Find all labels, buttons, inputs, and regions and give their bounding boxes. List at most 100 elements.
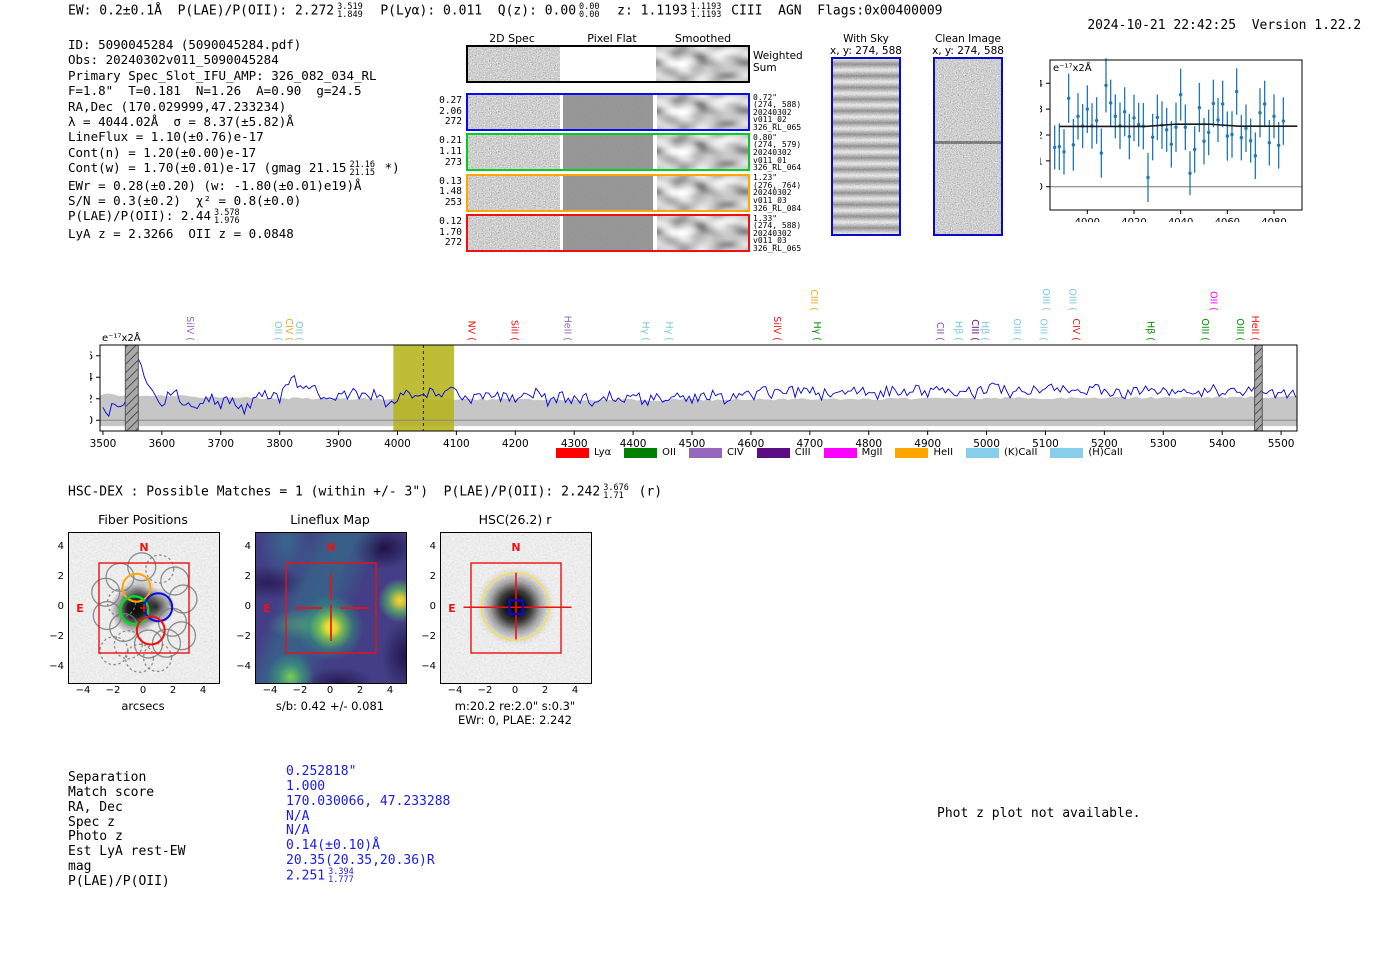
header-text-2: P(Lyα): 0.011 Q(z): 0.00 — [364, 3, 577, 19]
report-timestamp: 2024-10-21 22:42:25 — [1087, 18, 1237, 33]
summary-line-11: P(LAE)/P(OII): 2.44 3.578 1.976 — [68, 208, 240, 227]
cutout-ytick: 0 — [57, 601, 64, 612]
line-label-CIII-10: CIII ( — [808, 289, 819, 311]
svg-text:3: 3 — [1040, 105, 1043, 116]
legend-label-CIII: CIII — [794, 447, 811, 458]
legend-item-OII: OII — [624, 447, 676, 458]
spec2d-row-2 — [466, 173, 750, 212]
line-label-CIV-20: CIV ( — [1070, 318, 1081, 341]
cutout-overlay-hsc_cutout: NE — [448, 541, 572, 654]
summary-line-0: ID: 5090045284 (5090045284.pdf) — [68, 37, 302, 52]
cutout-xtick: 4 — [386, 685, 394, 696]
cutout-xtick: −2 — [105, 685, 121, 696]
cutout-ytick: 2 — [429, 571, 436, 582]
header-frac-5: 1.1193 1.1193 — [690, 2, 722, 21]
cutout-ytick: −2 — [236, 631, 251, 642]
north-label: N — [326, 541, 335, 554]
spec2d-strip-noise — [468, 47, 560, 81]
header-text-6: CIII AGN Flags:0x00400009 — [723, 3, 943, 19]
summary-line-10: S/N = 0.3(±0.2) χ² = 0.8(±0.0) — [68, 192, 302, 208]
cutout-xlabel-fiber_positions: arcsecs — [121, 699, 165, 713]
cutout-xtick: −4 — [447, 685, 463, 696]
match-row-value-3: N/A — [286, 808, 310, 824]
svg-text:4020: 4020 — [1121, 217, 1146, 222]
spec2d-row-1-left-label: 0.21 1.11 273 — [439, 135, 462, 168]
legend-swatch-(H)CaII — [1050, 447, 1084, 458]
summary-text-block: ID: 5090045284 (5090045284.pdf) Obs: 2024… — [68, 37, 400, 241]
match-row-label-2: RA, Dec — [68, 799, 123, 815]
match-row-value-6: 20.35(20.35,20.36)R — [286, 853, 435, 869]
match-row-value-0: 0.252818" — [286, 764, 357, 779]
spec2d-row-0-right-label: 0.72" (274, 588) 20240302 v011_02 326_RL_065 — [753, 92, 802, 132]
zoom-spectrum-plot: 4000 4020 4040 4060 4080 0 1 2 3 4 e⁻¹⁷x2Å — [1037, 52, 1310, 228]
cutout-ytick: 4 — [429, 541, 436, 552]
legend-label-(K)CaII: (K)CaII — [1004, 447, 1038, 458]
sky-panel-dark-row — [935, 141, 1001, 145]
legend-swatch-MgII — [823, 447, 857, 458]
summary-line-12: LyA z = 2.3266 OII z = 0.0848 — [68, 225, 294, 241]
line-label-OIII-24: OIII ( — [1234, 318, 1245, 341]
summary-line-7: Cont(n) = 1.20(±0.00)e-17 — [68, 144, 257, 160]
match-row-label-1: Match score — [68, 784, 155, 800]
spec2d-strip-noise — [468, 95, 560, 129]
spec2d-col-title-2: Smoothed — [674, 32, 732, 45]
cutout-xtick: −4 — [262, 685, 278, 696]
line-label-CII-12: CII ( — [934, 322, 945, 341]
summary-line-4: RA,Dec (170.029999,47.233234) — [68, 98, 287, 114]
cutout-ytick: 0 — [429, 601, 436, 612]
sky-panel-1-title: Clean Image — [934, 33, 1002, 45]
match-row-value-7: 2.251 3.394 1.777 — [286, 866, 354, 886]
line-label-SiII-5: SiII ( — [509, 320, 520, 341]
cutout-title-fiber_positions: Fiber Positions — [98, 512, 188, 527]
spec2d-weighted-label: Weighted Sum — [753, 50, 803, 74]
line-label-CIII-14: CIII ( — [969, 319, 980, 341]
svg-text:0: 0 — [90, 415, 93, 427]
match-row-label-7: P(LAE)/P(OII) — [68, 873, 170, 889]
line-label-OII-1: OII ( — [272, 321, 283, 341]
spec2d-row-3 — [466, 214, 750, 253]
match-row-value-2: 170.030066, 47.233288 — [286, 793, 451, 809]
spec2d-row-0 — [466, 93, 750, 131]
cutout-image-fiber_positions: NE — [68, 532, 220, 684]
cutout-ytick: 2 — [244, 571, 251, 582]
cutout-ytick: −2 — [49, 631, 64, 642]
cutout-ytick: −2 — [421, 631, 436, 642]
spec2d-col-title-0: 2D Spec — [489, 32, 535, 45]
legend-swatch-Lyα — [556, 447, 589, 458]
spec2d-row-2-right-label: 1.23" (276, 764) 20240302 v011_03 326_RL_084 — [753, 173, 802, 213]
svg-text:3700: 3700 — [207, 438, 234, 450]
summary-line-2: Primary Spec_Slot_IFU_AMP: 326_082_034_R… — [68, 67, 377, 83]
spec2d-row-3-left-label: 0.12 1.70 272 — [439, 216, 462, 249]
spec2d-strip-noise — [468, 216, 560, 251]
svg-text:5500: 5500 — [1268, 438, 1295, 450]
header-frac-1: 3.519 1.849 — [337, 2, 363, 21]
spec2d-strip-noise — [468, 135, 560, 170]
legend-item-Lyα: Lyα — [556, 447, 611, 458]
cutout-title-lineflux_map: Lineflux Map — [290, 512, 370, 527]
line-label-CIV-2: CIV ( — [283, 318, 294, 341]
cutout-ytick: −4 — [49, 661, 64, 672]
east-label: E — [263, 602, 271, 615]
spec2d-strip-flat — [563, 135, 653, 170]
match-row-label-0: Separation — [68, 770, 147, 785]
cutout-ytick: −4 — [236, 661, 251, 672]
east-label: E — [76, 602, 84, 615]
summary-line-6: LineFlux = 1.10(±0.76)e-17 — [68, 129, 264, 145]
match-row-value-4: N/A — [286, 823, 310, 839]
spec2d-col-title-1: Pixel Flat — [587, 32, 637, 45]
cutout-xlabel2-hsc_cutout: EWr: 0, PLAE: 2.242 — [458, 713, 572, 727]
svg-text:4060: 4060 — [1215, 217, 1240, 222]
svg-text:4200: 4200 — [502, 438, 529, 450]
legend-item-(H)CaII: (H)CaII — [1050, 447, 1123, 458]
legend-label-HeII: HeII — [933, 447, 954, 458]
full-spectrum-canvas: 3500 3600 3700 3800 3900 4000 4100 4200 4300 4400… — [86, 288, 1298, 450]
legend-label-OII: OII — [662, 447, 676, 458]
legend-swatch-OII — [624, 447, 658, 458]
cutout-image-hsc_cutout: NE — [440, 532, 592, 684]
legend-swatch-(K)CaII — [966, 447, 1000, 458]
spec2d-row-1-right-label: 0.80" (274, 579) 20240302 v011_01 326_RL_064 — [753, 132, 802, 173]
match-header-text-2: (r) — [630, 484, 663, 500]
svg-text:4: 4 — [1040, 79, 1043, 90]
svg-text:4080: 4080 — [1261, 217, 1286, 222]
legend-swatch-HeII — [895, 447, 929, 458]
